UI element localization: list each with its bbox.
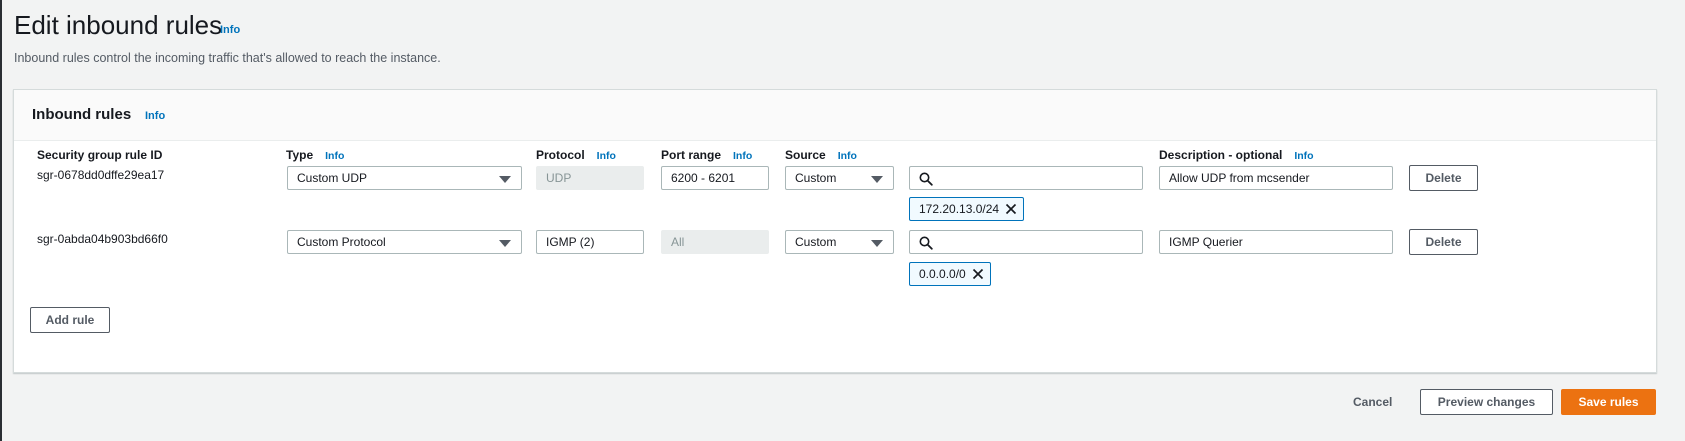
- source-select-value: Custom: [795, 235, 837, 249]
- source-info-link[interactable]: Info: [838, 150, 857, 162]
- col-type-label: Type: [286, 148, 314, 162]
- description-input[interactable]: IGMP Querier: [1159, 230, 1393, 254]
- port-range-input[interactable]: 6200 - 6201: [661, 166, 769, 190]
- delete-button[interactable]: Delete: [1409, 229, 1478, 255]
- cidr-token: 172.20.13.0/24: [909, 197, 1024, 221]
- type-select[interactable]: Custom UDP: [287, 166, 522, 190]
- col-rule-id: Security group rule ID: [37, 148, 162, 162]
- col-type: Type Info: [286, 148, 344, 162]
- source-select[interactable]: Custom: [785, 230, 894, 254]
- close-icon[interactable]: [972, 268, 984, 280]
- col-rule-id-label: Security group rule ID: [37, 148, 163, 162]
- protocol-info-link[interactable]: Info: [597, 150, 616, 162]
- port-range-field: All: [661, 230, 769, 254]
- type-select-value: Custom UDP: [297, 171, 368, 185]
- page-title: Edit inbound rules: [14, 10, 223, 40]
- caret-down-icon: [871, 240, 883, 247]
- protocol-field: UDP: [536, 166, 644, 190]
- port-range-info-link[interactable]: Info: [733, 150, 752, 162]
- rule-id: sgr-0678dd0dffe29ea17: [37, 168, 165, 182]
- caret-down-icon: [499, 176, 511, 183]
- close-icon[interactable]: [1005, 203, 1017, 215]
- page-description: Inbound rules control the incoming traff…: [14, 51, 441, 65]
- col-source: Source Info: [785, 148, 857, 162]
- delete-button[interactable]: Delete: [1409, 165, 1478, 191]
- preview-changes-button[interactable]: Preview changes: [1420, 389, 1553, 415]
- col-source-label: Source: [785, 148, 826, 162]
- add-rule-button[interactable]: Add rule: [30, 307, 110, 333]
- caret-down-icon: [499, 240, 511, 247]
- caret-down-icon: [871, 176, 883, 183]
- description-info-link[interactable]: Info: [1294, 150, 1313, 162]
- col-port-range-label: Port range: [661, 148, 722, 162]
- left-border: [0, 0, 2, 441]
- col-protocol-label: Protocol: [536, 148, 585, 162]
- cancel-button[interactable]: Cancel: [1353, 395, 1392, 409]
- save-rules-button[interactable]: Save rules: [1561, 389, 1656, 415]
- cidr-token-label: 0.0.0.0/0: [919, 267, 966, 281]
- rule-id: sgr-0abda04b903bd66f0: [37, 232, 168, 246]
- page-info-link[interactable]: Info: [220, 24, 240, 36]
- search-icon: [919, 236, 933, 250]
- search-icon: [919, 172, 933, 186]
- col-description: Description - optional Info: [1159, 148, 1314, 162]
- source-select-value: Custom: [795, 171, 837, 185]
- panel-title: Inbound rules: [32, 106, 132, 123]
- type-info-link[interactable]: Info: [325, 150, 344, 162]
- description-input[interactable]: Allow UDP from mcsender: [1159, 166, 1393, 190]
- inbound-rules-panel: Inbound rules Info Security group rule I…: [13, 89, 1657, 373]
- source-select[interactable]: Custom: [785, 166, 894, 190]
- cidr-token: 0.0.0.0/0: [909, 262, 991, 286]
- source-search-input[interactable]: [909, 230, 1143, 254]
- panel-header: Inbound rules Info: [14, 90, 1656, 141]
- panel-info-link[interactable]: Info: [145, 110, 165, 122]
- cidr-token-label: 172.20.13.0/24: [919, 202, 1000, 216]
- source-search-input[interactable]: [909, 166, 1143, 190]
- col-protocol: Protocol Info: [536, 148, 616, 162]
- col-description-label: Description - optional: [1159, 148, 1283, 162]
- col-port-range: Port range Info: [661, 148, 752, 162]
- type-select-value: Custom Protocol: [297, 235, 386, 249]
- type-select[interactable]: Custom Protocol: [287, 230, 522, 254]
- protocol-input[interactable]: IGMP (2): [536, 230, 644, 254]
